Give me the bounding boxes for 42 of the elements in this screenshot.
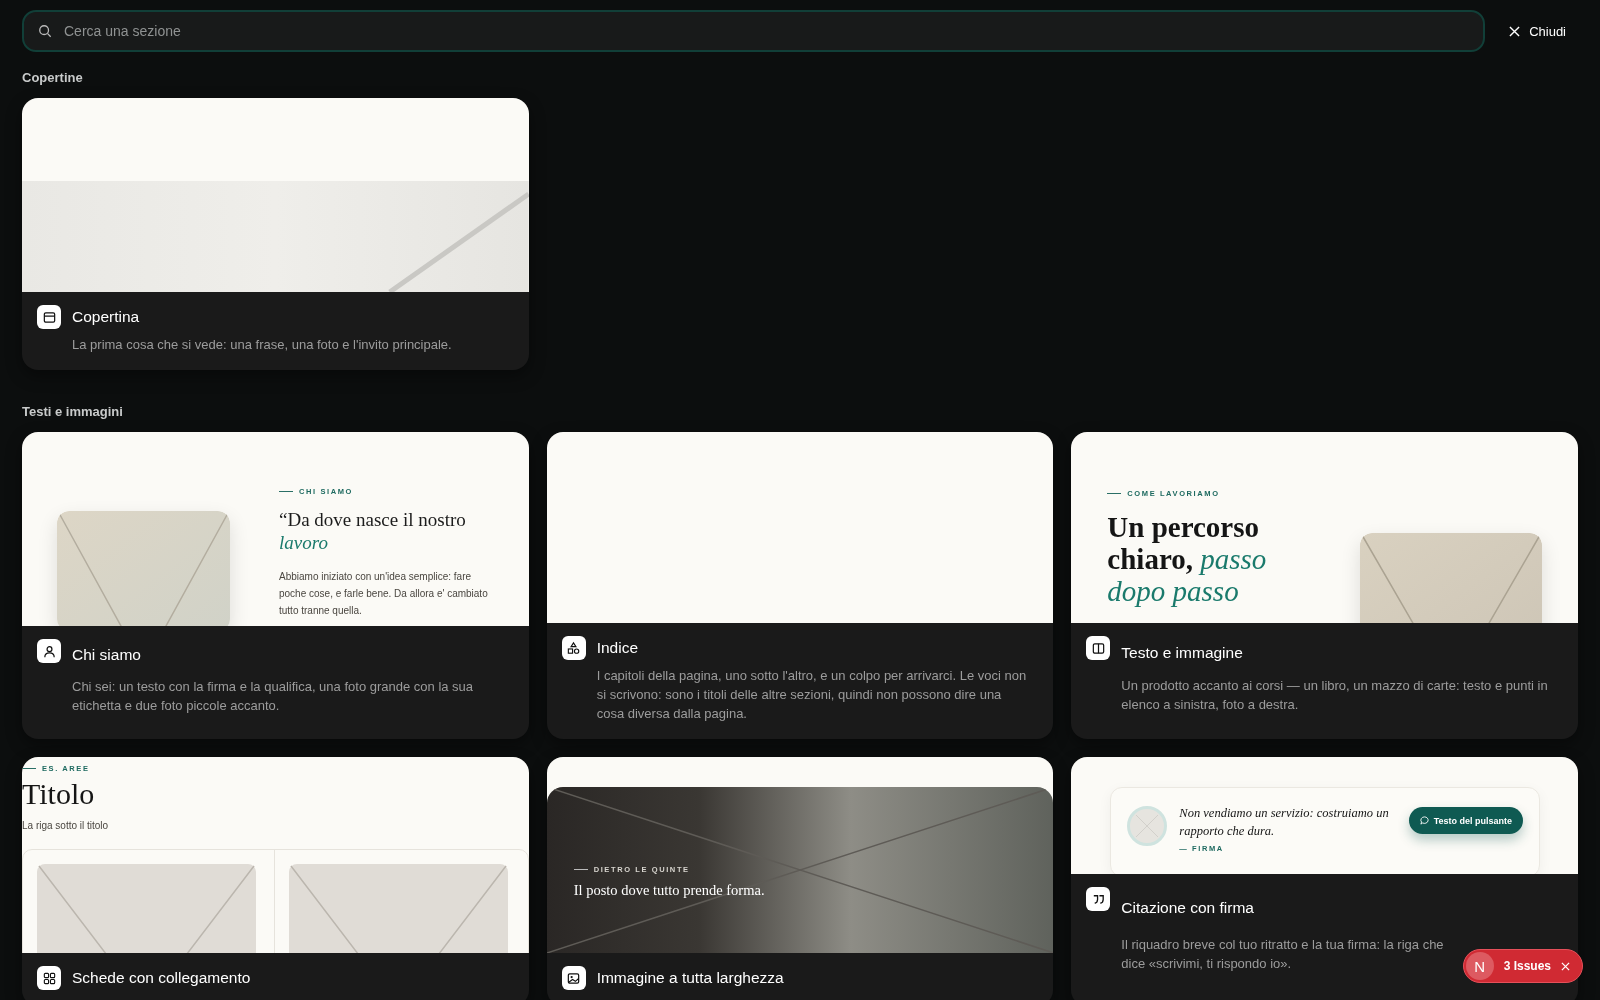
quote-icon [1086,887,1111,911]
section-heading: Titolo [22,777,96,811]
avatar-initial: N [1465,952,1494,980]
section-card[interactable]: Copertina La prima cosa che si vede: una frase, una foto e l'invito principale. [22,98,529,370]
card-title: Schede con collegamento [72,969,252,987]
card-description: La prima cosa che si vede: una frase, una foto e l'invito principale. [72,336,453,354]
avatar-placeholder-icon [1127,806,1168,846]
chat-icon [1419,816,1429,825]
close-icon [1509,25,1521,37]
body-text: Abbiamo iniziato con un'idea semplice: fare poche cose, e farle bene. Da allora e' cambiato tutto tranne quella. [279,570,489,618]
issues-badge[interactable]: N 3 Issues [1462,949,1583,983]
card-description: Il riquadro breve col tuo ritratto e la tua firma: la riga che dice «scrivimi, ti rispondo io». [1121,935,1445,973]
card-description: Un prodotto accanto ai corsi — un libro, un mazzo di carte: testo e punti in elenco a sinistra, foto a destra. [1121,676,1549,714]
section-heading: “Da dove nasce il nostro lavoro [279,508,467,554]
card-title: Indice [596,639,640,657]
window-icon [37,305,61,329]
section-card[interactable] [22,432,529,739]
cta-button[interactable]: Testo del pulsante [1408,807,1523,834]
section-heading: Il posto dove tutto prende forma. [573,882,766,899]
group-title: Copertine [22,69,84,87]
card-title: Citazione con firma [1121,898,1255,917]
card-title: Copertina [72,308,141,326]
card-title: Immagine a tutta larghezza [596,969,785,987]
close-button[interactable]: Chiudi [1503,17,1578,45]
card-title: Chi siamo [72,646,142,664]
section-heading: Un percorso chiaro, passo dopo passo [1107,511,1268,607]
shapes-icon [561,636,586,660]
quote-text: Non vendiamo un servizio: costruiamo un rapporto che dura. [1179,805,1390,840]
issues-label: 3 Issues [1503,959,1551,973]
section-card[interactable] [1071,757,1578,1000]
card-title: Testo e immagine [1121,643,1244,662]
card-description: I capitoli della pagina, uno sotto l'altro, e un colpo per arrivarci. Le voci non si scrivono: sono i titoli delle altre sezioni, quindi non possono dire una cosa diversa dalla pagina. [596,667,1028,723]
subtitle-text: La riga sotto il titolo [22,820,110,831]
image-icon [561,966,586,990]
grid-icon [37,966,61,990]
person-icon [37,639,61,663]
close-icon [1561,961,1570,971]
group-title: Testi e immagini [22,403,124,421]
card-description: Chi sei: un testo con la firma e la qualifica, una foto grande con la sua etichetta e due foto piccole accanto. [72,678,475,715]
search-field[interactable]: Cerca una sezione [22,10,1486,52]
columns-icon [1086,636,1111,660]
section-card[interactable]: Indice I capitoli della pagina, uno sotto l'altro, e un colpo per arrivarci. Le voci non si scrivono: sono i titoli delle altre sezioni, quindi non possono dire una cosa diversa dalla pagina. [546,432,1054,739]
